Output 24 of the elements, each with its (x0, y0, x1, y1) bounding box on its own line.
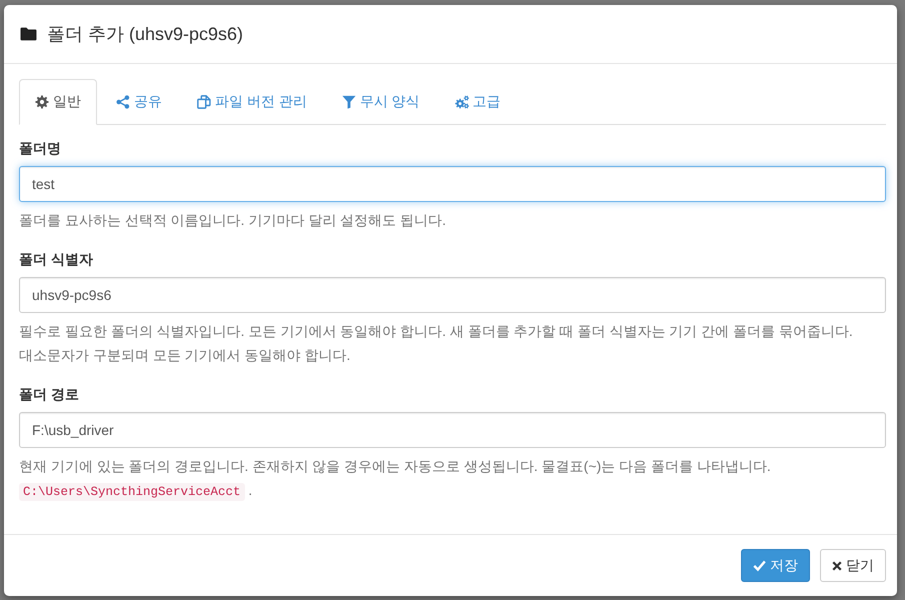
cogs-icon (454, 95, 469, 109)
check-icon (753, 559, 766, 572)
copy-icon (197, 95, 211, 109)
tab[interactable]: 고급 (438, 79, 517, 125)
help-text: 현재 기기에 있는 폴더의 경로입니다. 존재하지 않을 경우에는 자동으로 생성됩니다. 물결표(~)는 다음 폴더를 나타냅니다. C:\Users\SyncthingServiceAcct . (19, 457, 772, 503)
dialog-title: 폴더 추가 (uhsv9-pc9s6) (47, 23, 244, 46)
close-button[interactable]: 닫기 (820, 549, 886, 582)
field-label: 폴더명 (19, 139, 62, 158)
tab[interactable]: 일반 (19, 79, 97, 125)
close-icon (832, 560, 842, 570)
tab[interactable]: 공유 (100, 79, 178, 125)
help-text: 폴더를 묘사하는 선택적 이름입니다. 기기마다 달리 설정해도 됩니다. (19, 211, 448, 230)
filter-icon (342, 95, 356, 109)
share-icon (116, 95, 130, 109)
field-label: 폴더 식별자 (19, 250, 94, 269)
tab[interactable]: 무시 양식 (326, 79, 436, 125)
input-field[interactable]: uhsv9-pc9s6 (19, 277, 886, 313)
gear-icon (35, 95, 49, 109)
input-field[interactable]: F:\usb_driver (19, 412, 886, 448)
tab[interactable]: 파일 버전 관리 (181, 79, 323, 125)
help-text: 필수로 필요한 폴더의 식별자입니다. 모든 기기에서 동일해야 합니다. 새 폴더를 추가할 때 폴더 식별자는 기기 간에 폴더를 묶어줍니다. 대소문자가 구분되며 모든 기기에서 동일해야 합니다. (19, 322, 854, 365)
field-label: 폴더 경로 (19, 385, 80, 404)
input-field[interactable]: test (19, 166, 886, 202)
folder-icon (20, 27, 37, 41)
